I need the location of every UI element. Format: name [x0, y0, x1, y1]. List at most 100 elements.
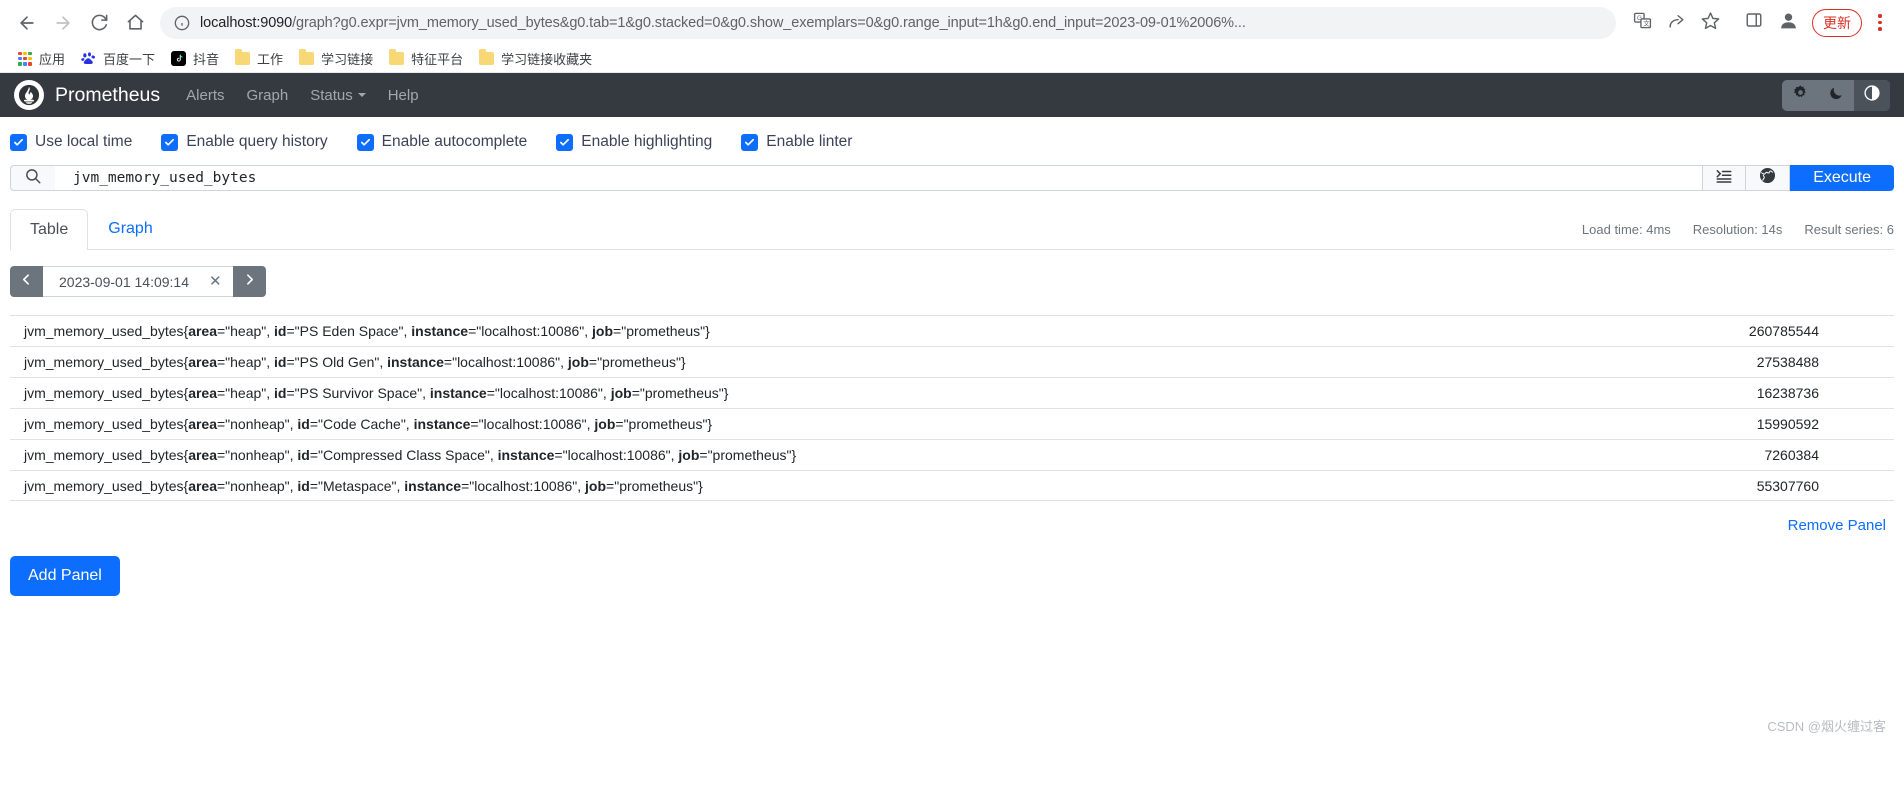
share-button[interactable] — [1660, 7, 1692, 39]
moon-icon — [1828, 85, 1844, 106]
profile-avatar-icon — [1778, 10, 1799, 36]
theme-dark-button[interactable] — [1818, 80, 1854, 111]
bookmarks-bar: 应用 百度一下 抖音 工作 学习链接 特征平台 学习链接收藏夹 — [0, 45, 1904, 73]
remove-panel-button[interactable]: Remove Panel — [1788, 517, 1886, 534]
table-row[interactable]: jvm_memory_used_bytes{area="heap", id="P… — [10, 346, 1894, 377]
stat-result-series: Result series: 6 — [1804, 222, 1894, 237]
checkbox-checked-icon[interactable] — [356, 133, 374, 151]
metric-label-cell: jvm_memory_used_bytes{area="nonheap", id… — [24, 477, 703, 494]
bookmark-baidu[interactable]: 百度一下 — [73, 46, 163, 71]
table-row[interactable]: jvm_memory_used_bytes{area="nonheap", id… — [10, 408, 1894, 439]
table-row[interactable]: jvm_memory_used_bytes{area="heap", id="P… — [10, 315, 1894, 346]
reload-button[interactable] — [82, 6, 116, 40]
remove-panel-row: Remove Panel — [0, 501, 1904, 534]
query-search-icon-button[interactable] — [10, 165, 55, 191]
bookmark-folder-study-favorites[interactable]: 学习链接收藏夹 — [471, 46, 600, 71]
execute-button[interactable]: Execute — [1790, 165, 1894, 191]
browser-menu-button[interactable] — [1866, 7, 1894, 39]
nav-link-label: Status — [310, 86, 353, 104]
theme-light-button[interactable] — [1782, 80, 1818, 111]
checkbox-checked-icon[interactable] — [556, 133, 574, 151]
evaluation-time-field[interactable]: 2023-09-01 14:09:14 ✕ — [43, 266, 233, 297]
metric-value-cell: 15990592 — [1756, 416, 1819, 432]
bookmark-label: 学习链接 — [321, 52, 374, 67]
side-panel-icon — [1745, 11, 1763, 34]
apps-grid-icon — [18, 51, 32, 66]
bookmark-folder-study-links[interactable]: 学习链接 — [291, 46, 381, 71]
prometheus-logo-icon[interactable] — [14, 80, 44, 110]
bookmark-label: 百度一下 — [103, 52, 156, 67]
three-dot-menu-icon — [1878, 14, 1882, 18]
option-enable-linter[interactable]: Enable linter — [741, 133, 852, 151]
bookmark-apps[interactable]: 应用 — [10, 46, 73, 71]
checkbox-checked-icon[interactable] — [741, 133, 759, 151]
nav-link-status[interactable]: Status — [310, 87, 366, 104]
side-panel-button[interactable] — [1738, 7, 1770, 39]
evaluation-time-row: 2023-09-01 14:09:14 ✕ — [0, 250, 1904, 297]
folder-icon — [235, 49, 251, 65]
browser-tool-icons: G文 更新 — [1626, 7, 1894, 39]
bookmark-folder-work[interactable]: 工作 — [227, 46, 291, 71]
evaluation-time-value[interactable]: 2023-09-01 14:09:14 — [59, 274, 189, 290]
nav-link-graph[interactable]: Graph — [246, 87, 288, 104]
metrics-explorer-button[interactable] — [1746, 165, 1791, 191]
address-bar[interactable]: localhost:9090/graph?g0.expr=jvm_memory_… — [160, 6, 1616, 39]
metric-value-cell: 16238736 — [1756, 385, 1819, 401]
translate-button[interactable]: G文 — [1626, 7, 1658, 39]
chevron-left-icon — [20, 273, 33, 291]
folder-icon — [479, 49, 495, 65]
tab-table[interactable]: Table — [10, 209, 89, 250]
translate-icon: G文 — [1633, 11, 1652, 35]
home-button[interactable] — [118, 6, 152, 40]
checkbox-checked-icon[interactable] — [161, 133, 179, 151]
theme-auto-button[interactable] — [1854, 79, 1890, 111]
time-next-button[interactable] — [232, 266, 266, 297]
format-query-icon — [1715, 167, 1733, 190]
option-enable-autocomplete[interactable]: Enable autocomplete — [356, 133, 527, 151]
clear-x-icon[interactable]: ✕ — [209, 274, 222, 289]
nav-link-help[interactable]: Help — [388, 87, 419, 104]
nav-link-label: Alerts — [186, 86, 225, 104]
option-enable-highlighting[interactable]: Enable highlighting — [556, 133, 712, 151]
update-button[interactable]: 更新 — [1812, 8, 1862, 37]
stat-load-time: Load time: 4ms — [1581, 222, 1671, 237]
metric-label-cell: jvm_memory_used_bytes{area="nonheap", id… — [24, 416, 713, 432]
table-row[interactable]: jvm_memory_used_bytes{area="heap", id="P… — [10, 377, 1894, 408]
half-circle-icon — [1863, 84, 1881, 107]
nav-link-alerts[interactable]: Alerts — [186, 87, 224, 104]
back-button[interactable] — [10, 6, 44, 40]
tab-graph[interactable]: Graph — [88, 208, 172, 249]
table-row[interactable]: jvm_memory_used_bytes{area="nonheap", id… — [10, 470, 1894, 501]
bookmark-label: 应用 — [39, 52, 66, 67]
prometheus-navbar: Prometheus Alerts Graph Status Help — [0, 73, 1904, 117]
option-use-local-time[interactable]: Use local time — [10, 133, 132, 151]
option-label: Enable linter — [766, 133, 853, 150]
prometheus-brand[interactable]: Prometheus — [55, 84, 160, 107]
bookmark-douyin[interactable]: 抖音 — [163, 46, 227, 71]
sun-gear-icon — [1792, 84, 1809, 106]
bookmark-button[interactable] — [1694, 7, 1726, 39]
format-query-button[interactable] — [1702, 165, 1747, 191]
option-enable-query-history[interactable]: Enable query history — [161, 133, 328, 151]
time-prev-button[interactable] — [10, 266, 43, 297]
metric-label-cell: jvm_memory_used_bytes{area="heap", id="P… — [24, 354, 686, 370]
result-tabs: Table Graph Load time: 4ms Resolution: 1… — [10, 208, 1894, 250]
options-row: Use local time Enable query history Enab… — [0, 117, 1904, 165]
query-input[interactable]: jvm_memory_used_bytes — [55, 165, 1703, 191]
star-bookmark-icon — [1701, 11, 1720, 35]
globe-icon — [1758, 166, 1777, 190]
forward-button[interactable] — [46, 6, 80, 40]
tiktok-icon — [171, 51, 187, 66]
chevron-right-icon — [243, 273, 256, 291]
nav-link-label: Help — [387, 86, 419, 104]
checkbox-checked-icon[interactable] — [10, 133, 27, 151]
profile-button[interactable] — [1772, 7, 1804, 39]
metric-label-cell: jvm_memory_used_bytes{area="heap", id="P… — [24, 385, 729, 401]
site-info-icon[interactable] — [174, 15, 190, 31]
evaluation-time-control: 2023-09-01 14:09:14 ✕ — [10, 266, 266, 297]
table-row[interactable]: jvm_memory_used_bytes{area="nonheap", id… — [10, 439, 1894, 470]
watermark: CSDN @烟火缠过客 — [1767, 719, 1886, 734]
add-panel-button[interactable]: Add Panel — [10, 556, 120, 596]
bookmark-folder-feature-platform[interactable]: 特征平台 — [381, 46, 471, 71]
nav-link-label: Graph — [246, 86, 289, 104]
